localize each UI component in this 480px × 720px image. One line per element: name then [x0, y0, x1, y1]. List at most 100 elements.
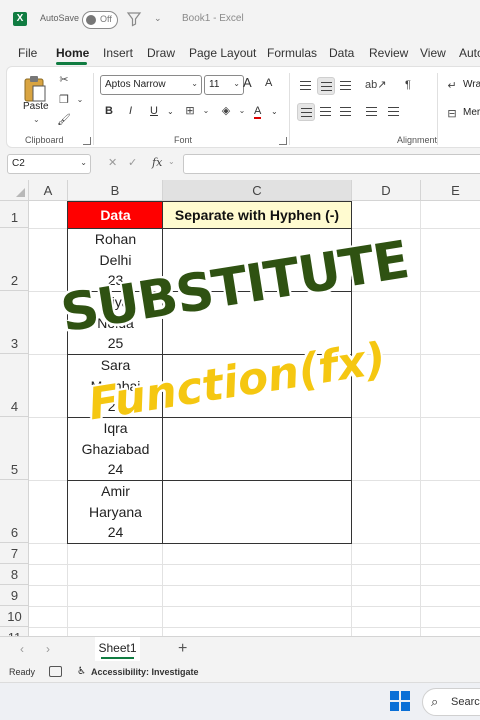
column-header-e[interactable]: E	[421, 180, 480, 201]
accessibility-icon[interactable]: ♿	[77, 666, 86, 677]
tab-insert[interactable]: Insert	[103, 46, 133, 60]
font-color-button[interactable]: A	[254, 105, 262, 119]
tab-data[interactable]: Data	[329, 46, 354, 60]
tab-file[interactable]: File	[18, 46, 37, 60]
formula-input[interactable]	[183, 154, 480, 174]
decrease-indent-button[interactable]	[363, 103, 381, 121]
tab-home[interactable]: Home	[56, 46, 89, 60]
tab-review[interactable]: Review	[369, 46, 408, 60]
orientation-icon[interactable]: ab↗	[365, 78, 386, 92]
tab-view[interactable]: View	[420, 46, 446, 60]
merge-center-label[interactable]: Merg	[463, 107, 480, 118]
row-header-5[interactable]: 5	[0, 417, 29, 480]
toggle-knob	[86, 15, 96, 25]
font-launcher-icon[interactable]	[279, 137, 287, 145]
row-number: 10	[7, 609, 22, 624]
increase-indent-button[interactable]	[385, 103, 403, 121]
taskbar-search[interactable]: ⌕ Searc	[422, 688, 480, 716]
column-header-c[interactable]: C	[163, 180, 352, 201]
add-sheet-button[interactable]: +	[178, 640, 187, 658]
tab-formulas[interactable]: Formulas	[267, 46, 317, 60]
fill-color-dropdown-icon[interactable]: ⌄	[235, 104, 249, 118]
insert-function-button[interactable]: fx	[152, 156, 162, 169]
name-box[interactable]: C2 ⌄	[7, 154, 91, 174]
italic-button[interactable]: I	[129, 105, 132, 117]
underline-button[interactable]: U	[150, 105, 158, 117]
taskbar-search-label: Searc	[451, 696, 480, 708]
clipboard-launcher-icon[interactable]	[83, 137, 91, 145]
enter-icon[interactable]: ✓	[128, 156, 137, 169]
tab-automate[interactable]: Auto	[459, 46, 480, 60]
sheet-tab-sheet1[interactable]: Sheet1	[95, 637, 140, 661]
paste-icon[interactable]	[23, 75, 47, 103]
font-size-select[interactable]: 11 ⌄	[204, 75, 244, 95]
copy-dropdown-icon[interactable]: ⌄	[73, 93, 87, 107]
align-left-icon	[301, 108, 312, 117]
align-center-button[interactable]	[317, 103, 335, 121]
format-painter-icon[interactable]: 🖌	[57, 113, 71, 127]
status-bar: Ready ♿ Accessibility: Investigate	[0, 662, 480, 682]
chevron-down-icon[interactable]: ⌄	[168, 157, 175, 166]
autosave-toggle[interactable]: Off	[82, 11, 118, 29]
row-header-4[interactable]: 4	[0, 354, 29, 417]
text-direction-icon[interactable]: ¶	[401, 78, 415, 92]
tab-page-layout[interactable]: Page Layout	[189, 46, 256, 60]
underline-dropdown-icon[interactable]: ⌄	[167, 107, 174, 116]
tab-draw[interactable]: Draw	[147, 46, 175, 60]
select-all-button[interactable]	[0, 180, 29, 201]
align-right-button[interactable]	[337, 103, 355, 121]
row-number: 2	[10, 273, 19, 288]
paste-dropdown-icon[interactable]: ⌄	[33, 115, 40, 124]
cancel-icon[interactable]: ✕	[108, 156, 117, 169]
borders-icon[interactable]: ⊞	[183, 104, 197, 118]
shrink-font-button[interactable]: A	[265, 77, 272, 89]
borders-dropdown-icon[interactable]: ⌄	[199, 104, 213, 118]
wrap-text-icon[interactable]: ↵	[445, 79, 459, 93]
fill-color-icon[interactable]: ◈	[219, 104, 233, 118]
align-right-icon	[340, 107, 351, 116]
sheet-tab-bar: ‹ › Sheet1 +	[0, 636, 480, 662]
copy-icon[interactable]: ❐	[57, 93, 71, 107]
next-sheet-icon[interactable]: ›	[46, 642, 50, 656]
row-header-2[interactable]: 2	[0, 228, 29, 291]
grow-font-button[interactable]: A	[243, 75, 252, 90]
macro-recording-icon[interactable]	[49, 666, 62, 677]
accessibility-status[interactable]: Accessibility: Investigate	[91, 667, 199, 677]
merge-center-icon[interactable]: ⊟	[445, 107, 459, 121]
gridline	[29, 585, 480, 586]
bottom-align-button[interactable]	[337, 77, 355, 95]
font-color-dropdown-icon[interactable]: ⌄	[271, 107, 278, 116]
autosave-label: AutoSave	[40, 13, 80, 23]
search-icon: ⌕	[431, 694, 439, 709]
quick-access-more-icon[interactable]: ⌄	[154, 13, 162, 24]
active-tab-indicator	[56, 62, 87, 65]
group-divider	[93, 73, 94, 145]
column-header-d[interactable]: D	[352, 180, 421, 201]
row-header-1[interactable]: 1	[0, 201, 29, 228]
align-left-button[interactable]	[297, 103, 315, 121]
bottom-align-icon	[340, 81, 351, 90]
previous-sheet-icon[interactable]: ‹	[20, 642, 24, 656]
cut-icon[interactable]: ✂	[57, 73, 71, 87]
row-header-11[interactable]: 11	[0, 627, 29, 636]
row-header-9[interactable]: 9	[0, 585, 29, 606]
windows-start-icon[interactable]	[390, 691, 410, 711]
row-header-6[interactable]: 6	[0, 480, 29, 543]
middle-align-button[interactable]	[317, 77, 335, 95]
row-header-7[interactable]: 7	[0, 543, 29, 564]
row-header-8[interactable]: 8	[0, 564, 29, 585]
font-name-select[interactable]: Aptos Narrow ⌄	[100, 75, 202, 95]
wrap-text-label[interactable]: Wrap	[463, 79, 480, 90]
document-title: Book1 - Excel	[182, 13, 244, 24]
group-divider	[289, 73, 290, 145]
filter-icon[interactable]	[126, 11, 142, 27]
paste-button-label[interactable]: Paste	[23, 101, 49, 112]
row-header-3[interactable]: 3	[0, 291, 29, 354]
bold-button[interactable]: B	[105, 105, 113, 117]
column-header-a[interactable]: A	[29, 180, 68, 201]
row-header-10[interactable]: 10	[0, 606, 29, 627]
column-header-b[interactable]: B	[68, 180, 163, 201]
active-sheet-indicator	[101, 657, 134, 659]
top-align-button[interactable]	[297, 77, 315, 95]
font-size-value: 11	[209, 79, 220, 90]
